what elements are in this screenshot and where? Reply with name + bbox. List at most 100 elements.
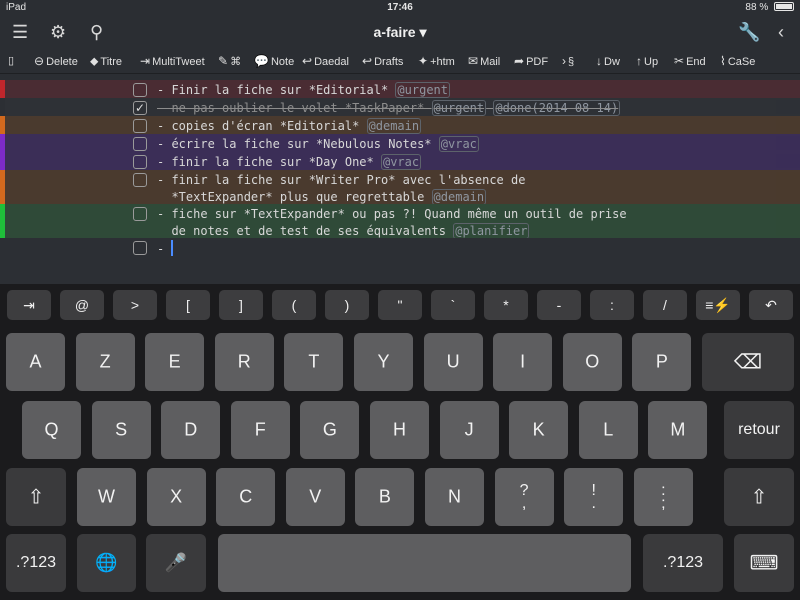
task-text[interactable]: - ne pas oublier le volet *TaskPaper* @u… xyxy=(157,100,621,117)
extra-key[interactable]: [ xyxy=(166,290,210,320)
task-text[interactable]: - Finir la fiche sur *Editorial* @urgent xyxy=(157,82,450,99)
key-n[interactable]: N xyxy=(425,468,484,526)
key-l[interactable]: L xyxy=(578,401,638,459)
key-y[interactable]: Y xyxy=(354,333,413,391)
task-checkbox[interactable] xyxy=(133,207,147,221)
toolbar-pdf-button[interactable]: ➦ PDF xyxy=(514,54,548,68)
task-row[interactable]: - écrire la fiche sur *Nebulous Notes* @… xyxy=(0,134,800,152)
extra-key[interactable]: * xyxy=(484,290,528,320)
globe-key[interactable]: 🌐 xyxy=(77,534,136,592)
toolbar-htm-button[interactable]: ✦ +htm xyxy=(418,54,455,68)
key-s[interactable]: S xyxy=(91,401,151,459)
numbers-key[interactable]: .?123 xyxy=(6,534,66,592)
toolbar-mail-button[interactable]: ✉ Mail xyxy=(468,54,500,68)
task-tag[interactable]: @demain xyxy=(366,118,422,134)
task-tag[interactable]: @urgent xyxy=(431,100,487,116)
key-q[interactable]: Q xyxy=(22,401,81,459)
task-text[interactable]: - fiche sur *TextExpander* ou pas ?! Qua… xyxy=(157,206,627,240)
task-row[interactable]: - finir la fiche sur *Writer Pro* avec l… xyxy=(0,170,800,206)
key-g[interactable]: G xyxy=(300,401,360,459)
key-r[interactable]: R xyxy=(214,333,274,391)
key-d[interactable]: D xyxy=(161,401,221,459)
task-tag[interactable]: @done(2014-08-14) xyxy=(493,100,621,116)
key-c[interactable]: C xyxy=(216,468,276,526)
task-row[interactable]: - finir la fiche sur *Day One* @vrac xyxy=(0,152,800,170)
key-t[interactable]: T xyxy=(284,333,344,391)
key-k[interactable]: K xyxy=(509,401,569,459)
toolbar-up-button[interactable]: ↑ Up xyxy=(636,54,658,68)
task-text[interactable]: - finir la fiche sur *Writer Pro* avec l… xyxy=(157,172,525,206)
task-editor[interactable]: - Finir la fiche sur *Editorial* @urgent… xyxy=(0,80,800,284)
key-f[interactable]: F xyxy=(230,401,290,459)
space-bar[interactable] xyxy=(218,534,631,592)
task-checkbox[interactable] xyxy=(133,137,147,151)
task-tag[interactable]: @planifier xyxy=(453,223,530,239)
extra-key[interactable]: " xyxy=(378,290,422,320)
key-e[interactable]: E xyxy=(145,333,205,391)
extra-key[interactable]: ` xyxy=(431,290,475,320)
task-text[interactable]: - copies d'écran *Editorial* @demain xyxy=(157,118,422,135)
key-b[interactable]: B xyxy=(355,468,415,526)
shift-key[interactable]: ⇧ xyxy=(6,468,66,526)
task-row[interactable]: - fiche sur *TextExpander* ou pas ?! Qua… xyxy=(0,204,800,240)
extra-key[interactable]: ( xyxy=(272,290,316,320)
toolbar-dw-button[interactable]: ↓ Dw xyxy=(596,54,620,68)
key-z[interactable]: Z xyxy=(75,333,135,391)
extra-key[interactable]: > xyxy=(113,290,157,320)
extra-key[interactable]: ↶ xyxy=(749,290,793,320)
key-v[interactable]: V xyxy=(285,468,345,526)
task-checkbox[interactable] xyxy=(133,173,147,187)
key-punct-7[interactable]: ! . xyxy=(564,468,624,526)
task-text[interactable]: - finir la fiche sur *Day One* @vrac xyxy=(157,154,422,171)
key-punct-8[interactable]: : ; xyxy=(633,468,693,526)
task-tag[interactable]: @vrac xyxy=(380,154,422,170)
key-u[interactable]: U xyxy=(423,333,483,391)
toolbar-drafts-button[interactable]: ↩ Drafts xyxy=(362,54,403,68)
extra-key[interactable]: : xyxy=(590,290,634,320)
task-checkbox[interactable]: ✓ xyxy=(133,101,147,115)
extra-key[interactable]: ≡⚡ xyxy=(696,290,740,320)
extra-key[interactable]: ) xyxy=(325,290,369,320)
chevron-left-icon[interactable]: ‹ xyxy=(778,22,784,43)
key-j[interactable]: J xyxy=(439,401,499,459)
toolbar-titre-button[interactable]: ⬥ Titre xyxy=(90,54,122,69)
key-h[interactable]: H xyxy=(370,401,429,459)
task-tag[interactable]: @vrac xyxy=(438,136,479,152)
toolbar-daedal-button[interactable]: ↩ Daedal xyxy=(302,54,349,68)
toolbar-case-button[interactable]: ⌇ CaSe xyxy=(720,54,755,68)
task-text[interactable]: - écrire la fiche sur *Nebulous Notes* @… xyxy=(157,136,479,153)
extra-key[interactable]: @ xyxy=(60,290,104,320)
task-row[interactable]: - Finir la fiche sur *Editorial* @urgent xyxy=(0,80,800,98)
task-checkbox[interactable] xyxy=(133,155,147,169)
key-a[interactable]: A xyxy=(6,333,65,391)
key-p[interactable]: P xyxy=(632,333,692,391)
extra-key[interactable]: - xyxy=(537,290,581,320)
extra-key[interactable]: / xyxy=(643,290,687,320)
key-m[interactable]: M xyxy=(648,401,708,459)
toolbar-multitweet-button[interactable]: ⇥ MultiTweet xyxy=(140,54,205,68)
task-checkbox[interactable] xyxy=(133,83,147,97)
dictation-key[interactable]: 🎤 xyxy=(146,534,206,592)
key-x[interactable]: X xyxy=(146,468,206,526)
numbers-key-right[interactable]: .?123 xyxy=(643,534,723,592)
toolbar-section-button[interactable]: › § xyxy=(562,54,574,68)
backspace-key[interactable]: ⌫ xyxy=(702,333,794,391)
task-tag[interactable]: @urgent xyxy=(395,82,450,98)
toolbar-note-button[interactable]: 💬 Note xyxy=(254,54,294,68)
task-text[interactable]: - xyxy=(157,240,174,258)
task-row[interactable]: - copies d'écran *Editorial* @demain xyxy=(0,116,800,134)
task-row[interactable]: - xyxy=(0,238,800,256)
document-title[interactable]: a-faire ▾ xyxy=(0,24,800,41)
toolbar-end-button[interactable]: ✂ End xyxy=(674,54,706,68)
task-checkbox[interactable] xyxy=(133,241,147,255)
key-punct-6[interactable]: ? , xyxy=(494,468,554,526)
task-checkbox[interactable] xyxy=(133,119,147,133)
toolbar-delete-button[interactable]: ⊖ Delete xyxy=(34,54,78,68)
hide-keyboard-key[interactable]: ⌨ xyxy=(734,534,794,592)
shift-key-right[interactable]: ⇧ xyxy=(724,468,794,526)
wrench-icon[interactable]: 🔧 xyxy=(738,22,760,43)
extra-key[interactable]: ⇥ xyxy=(7,290,51,320)
key-i[interactable]: I xyxy=(493,333,553,391)
toolbar-cmd-button[interactable]: ✎ ⌘ xyxy=(218,54,241,68)
task-row[interactable]: ✓ - ne pas oublier le volet *TaskPaper* @… xyxy=(0,98,800,116)
